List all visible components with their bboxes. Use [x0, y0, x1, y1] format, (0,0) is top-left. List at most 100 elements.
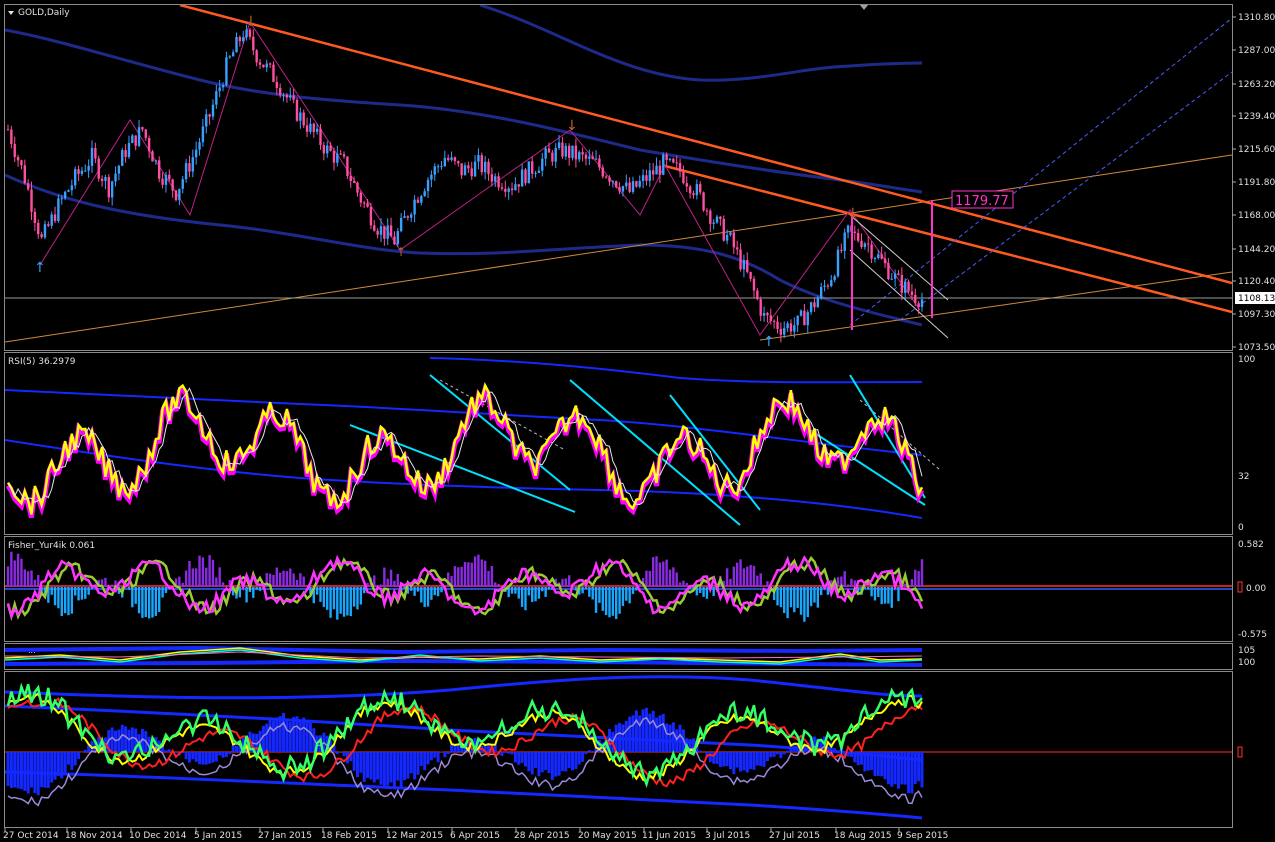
candle-body	[564, 145, 568, 157]
candle-body	[158, 160, 161, 179]
candle-body	[191, 157, 195, 172]
triangle-down-icon[interactable]	[8, 11, 14, 15]
candle-body	[658, 165, 662, 175]
candle-body	[668, 158, 672, 160]
candle-body	[651, 170, 655, 175]
lower-hist-bar	[77, 752, 81, 760]
lower-hist-bar	[372, 752, 376, 783]
date-tick-label: 6 Apr 2015	[450, 831, 500, 841]
candle-body	[188, 163, 191, 172]
fisher-bar	[547, 587, 551, 590]
lower-hist-bar	[907, 752, 911, 794]
lower-hist-bar	[389, 752, 393, 783]
lower-hist-bar	[406, 752, 410, 779]
fisher-bar	[151, 587, 154, 618]
lower-hist-bar	[308, 722, 312, 752]
candle-body	[70, 185, 74, 191]
candle-body	[557, 142, 561, 148]
lower-hist-bar	[765, 752, 769, 762]
fisher-bar	[873, 587, 877, 601]
candle-body	[423, 191, 426, 197]
fisher-bar	[74, 587, 77, 596]
candle-body	[608, 177, 611, 182]
up-arrow-icon: ↑	[396, 245, 406, 259]
candle-body	[796, 315, 799, 326]
lower-hist-bar	[557, 752, 561, 776]
lower-hist-bar	[655, 717, 659, 752]
fisher-bar	[621, 587, 625, 607]
fisher-bar	[601, 587, 604, 611]
fisher-bar	[16, 553, 20, 587]
price-tick-label: 1073.50	[1238, 343, 1275, 353]
candle-body	[520, 169, 524, 187]
candle-body	[655, 165, 658, 175]
fisher-bar	[84, 587, 87, 599]
rsi-panel[interactable]	[4, 352, 1233, 535]
fisher-bar	[416, 587, 420, 592]
candle-body	[50, 214, 53, 226]
fisher-bar	[356, 587, 359, 610]
fisher-bar	[30, 570, 33, 587]
fisher-bar	[541, 587, 544, 592]
candle-body	[799, 310, 803, 316]
candle-body	[53, 214, 57, 221]
candle-body	[786, 323, 789, 329]
lower-hist-bar	[762, 752, 766, 767]
fisher-bar	[70, 587, 74, 614]
lower-hist-bar	[523, 752, 527, 767]
candle-body	[312, 123, 315, 132]
fisher-bar	[584, 587, 588, 590]
candle-body	[779, 328, 783, 335]
candle-body	[305, 125, 309, 132]
lower-hist-bar	[261, 725, 265, 752]
fisher-bar	[917, 571, 920, 587]
lower-hist-bar	[204, 752, 208, 765]
lower-hist-bar	[658, 715, 662, 752]
fisher-bar	[161, 587, 164, 598]
candle-body	[665, 154, 668, 160]
lower-hist-bar	[634, 710, 638, 752]
candle-body	[635, 181, 638, 187]
fisher-bar	[520, 587, 524, 607]
fisher-bar	[762, 585, 766, 587]
lower-hist-bar	[574, 752, 578, 770]
candle-body	[57, 198, 60, 221]
lower-hist-bar	[335, 752, 339, 754]
candle-body	[900, 274, 904, 293]
fisher-bar	[127, 587, 131, 590]
fisher-bar	[198, 555, 201, 587]
lower-hist-bar	[265, 723, 269, 752]
candle-body	[67, 190, 70, 192]
fisher-bar	[252, 587, 255, 598]
candle-body	[114, 173, 117, 182]
fisher-bar	[336, 587, 339, 620]
candle-body	[615, 181, 618, 188]
lower-hist-bar	[362, 752, 366, 782]
scroll-marker-icon[interactable]	[860, 5, 868, 10]
trading-chart[interactable]: ↑ ↑ ↓ ↓ ↓ ↑ GOLD,Daily 1179.77 1310.80 12…	[0, 0, 1275, 842]
fisher-bar	[483, 560, 487, 587]
date-tick-label: 20 May 2015	[578, 831, 637, 841]
candle-body	[238, 36, 242, 42]
lower-hist-bar	[547, 752, 551, 774]
candle-body	[23, 165, 27, 184]
fisher-bar	[564, 578, 568, 587]
candle-body	[376, 230, 379, 235]
candle-body	[725, 234, 729, 241]
fisher-bar	[534, 587, 537, 602]
fisher-bar	[37, 574, 40, 587]
candle-body	[127, 142, 131, 157]
price-tick-label: 1168.00	[1238, 211, 1275, 221]
fisher-bar	[433, 587, 436, 596]
lower-hist-bar	[124, 726, 128, 752]
candle-body	[211, 104, 215, 117]
lower-hist-bar	[728, 752, 732, 770]
candle-body	[840, 249, 843, 251]
chart-title: GOLD,Daily	[18, 8, 70, 18]
fisher-bar	[477, 554, 480, 587]
lower-hist-bar	[403, 752, 407, 781]
candle-body	[436, 166, 440, 168]
mini-level-100: 100	[1238, 658, 1255, 668]
date-tick-label: 3 Jul 2015	[705, 831, 750, 841]
lower-hist-bar	[228, 752, 232, 755]
